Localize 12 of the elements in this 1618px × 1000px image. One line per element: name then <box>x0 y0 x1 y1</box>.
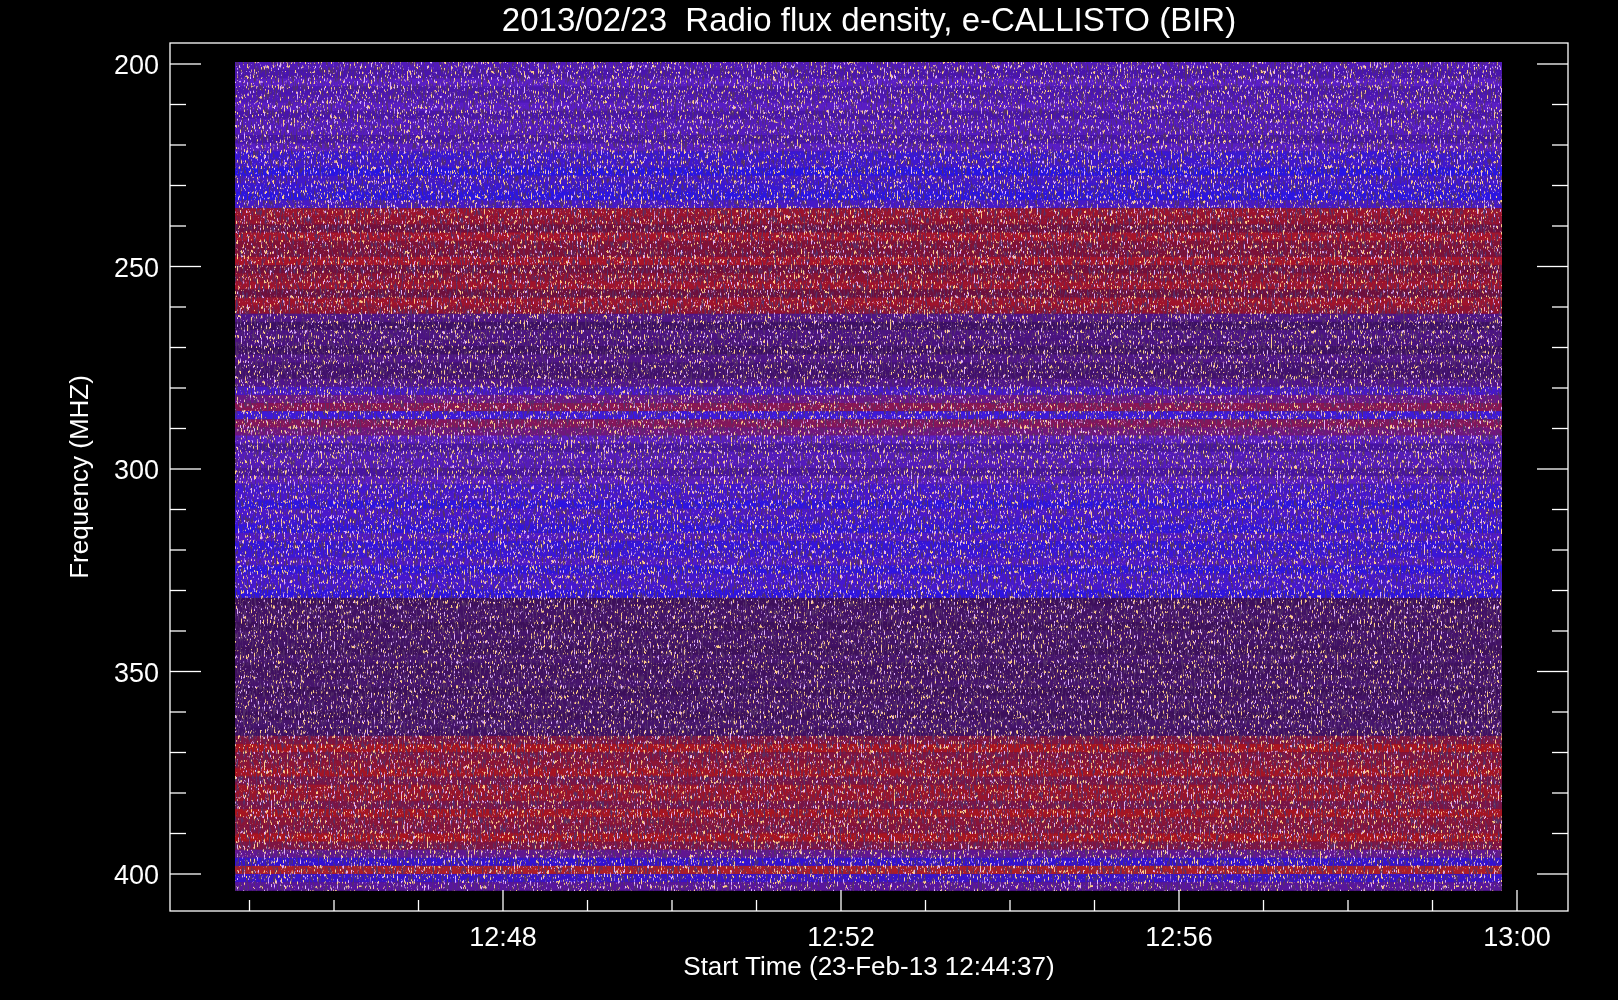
tick-label: 400 <box>113 860 159 890</box>
tick-label: 13:00 <box>1483 922 1551 952</box>
axis-label: Frequency (MHZ) <box>64 375 94 579</box>
axis-label: Start Time (23-Feb-13 12:44:37) <box>683 951 1055 981</box>
tick-label: 350 <box>113 657 159 688</box>
tick-label: 12:52 <box>807 922 875 952</box>
chart-title: 2013/02/23 Radio flux density, e-CALLISTO (BIR) <box>501 1 1237 38</box>
tick-label: 200 <box>113 50 159 80</box>
tick-label: 12:48 <box>469 922 537 952</box>
tick-label: 12:56 <box>1145 922 1213 952</box>
tick-label: 300 <box>113 455 159 485</box>
tick-label: 250 <box>113 252 159 283</box>
